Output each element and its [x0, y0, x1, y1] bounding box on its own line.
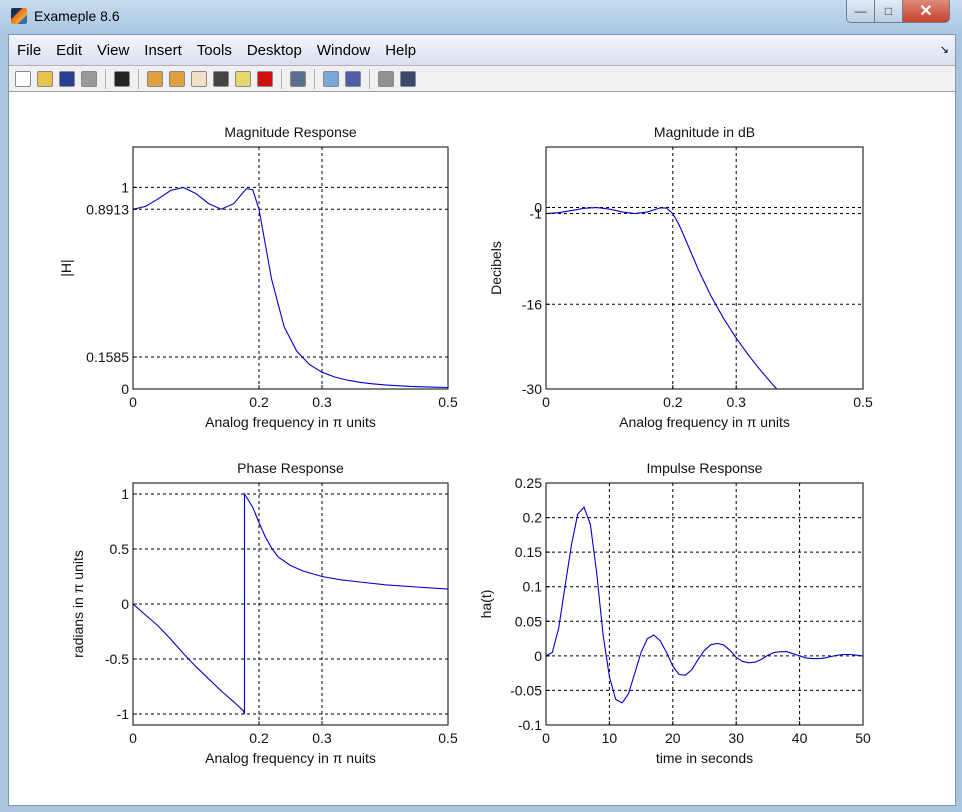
- link-plot-icon[interactable]: [290, 70, 306, 87]
- data-cursor-icon[interactable]: [235, 70, 251, 87]
- y-tick-label: -30: [522, 381, 542, 397]
- y-tick-label: 0.8913: [86, 201, 129, 217]
- menu-tools[interactable]: Tools: [189, 42, 239, 59]
- x-tick-label: 0: [129, 730, 137, 746]
- menu-desktop[interactable]: Desktop: [239, 42, 309, 59]
- toolbar-separator: [314, 68, 315, 89]
- x-tick-label: 40: [792, 730, 808, 746]
- x-tick-label: 0: [129, 394, 137, 410]
- toolbar-separator: [281, 68, 282, 89]
- close-button[interactable]: ✕: [903, 0, 949, 22]
- axes-3: 0 0.2 0.3 0.5 -1 -0.5 0 0.5 1 Phase Response Analo…: [70, 460, 458, 766]
- plot-area: [546, 147, 863, 389]
- colorbar-icon[interactable]: [323, 70, 339, 87]
- y-tick-label: 0.25: [515, 475, 542, 491]
- menu-view[interactable]: View: [89, 42, 136, 59]
- y-axis-label: ha(t): [478, 590, 494, 619]
- figure-toolbar: [9, 66, 955, 92]
- y-tick-label: 0.5: [110, 541, 130, 557]
- y-tick-label: 0.15: [515, 544, 542, 560]
- menu-help[interactable]: Help: [377, 42, 423, 59]
- x-axis-label: Analog frequency in π nuits: [205, 750, 376, 766]
- x-tick-label: 0.2: [663, 394, 683, 410]
- menu-edit[interactable]: Edit: [48, 42, 89, 59]
- x-tick-label: 0.2: [249, 730, 269, 746]
- y-tick-label: 0.1585: [86, 349, 129, 365]
- x-axis-label: time in seconds: [656, 750, 753, 766]
- x-tick-label: 0.3: [312, 730, 332, 746]
- show-plot-tools-icon[interactable]: [400, 70, 416, 87]
- y-tick-label: -0.05: [510, 682, 542, 698]
- y-axis-label: Decibels: [488, 241, 504, 295]
- x-tick-label: 0.2: [249, 394, 269, 410]
- plots-svg: 0 0.2 0.3 0.5 0 0.1585 0.8913 1 Magnitude Respon…: [58, 124, 873, 766]
- x-axis-label: Analog frequency in π units: [619, 414, 790, 430]
- title-bar: Exameple 8.6 — □ ✕: [0, 0, 962, 34]
- save-icon[interactable]: [59, 70, 75, 87]
- minimize-button[interactable]: —: [847, 0, 875, 22]
- dock-arrow-icon[interactable]: ↘: [940, 43, 949, 56]
- rotate-3d-icon[interactable]: [213, 70, 229, 87]
- x-tick-label: 0: [542, 394, 550, 410]
- x-tick-label: 50: [855, 730, 871, 746]
- menu-file[interactable]: File: [9, 42, 48, 59]
- edit-plot-arrow-icon[interactable]: [114, 70, 130, 87]
- chart-title: Phase Response: [237, 460, 344, 476]
- x-tick-label: 0.5: [438, 730, 458, 746]
- y-tick-label: 1: [121, 179, 129, 195]
- plot-area: [133, 147, 448, 389]
- open-file-icon[interactable]: [37, 70, 53, 87]
- figure-canvas: 0 0.2 0.3 0.5 0 0.1585 0.8913 1 Magnitude Respon…: [9, 93, 955, 805]
- zoom-in-icon[interactable]: [147, 70, 163, 87]
- y-tick-label: 1: [121, 486, 129, 502]
- y-tick-label: 0.1: [523, 579, 543, 595]
- y-axis-label: radians in π units: [70, 550, 86, 658]
- new-figure-icon[interactable]: [15, 70, 31, 87]
- chart-title: Magnitude Response: [224, 124, 357, 140]
- chart-title: Impulse Response: [647, 460, 763, 476]
- pan-hand-icon[interactable]: [191, 70, 207, 87]
- menu-window[interactable]: Window: [309, 42, 377, 59]
- window-controls: — □ ✕: [846, 0, 950, 23]
- y-tick-label: -0.5: [105, 651, 129, 667]
- x-tick-label: 0.3: [726, 394, 746, 410]
- toolbar-separator: [105, 68, 106, 89]
- matlab-icon: [11, 8, 27, 24]
- x-tick-label: 10: [602, 730, 618, 746]
- figure-window: File Edit View Insert Tools Desktop Wind…: [8, 34, 956, 806]
- axes-4: 0 10 20 30 40 50 -0.1 -0.05 0 0.05 0.1 0.15 0.2 0.25 I…: [478, 460, 871, 766]
- hide-plot-tools-icon[interactable]: [378, 70, 394, 87]
- x-axis-label: Analog frequency in π units: [205, 414, 376, 430]
- y-tick-label: 0.05: [515, 613, 542, 629]
- y-tick-label: 0: [534, 648, 542, 664]
- x-tick-label: 0.5: [438, 394, 458, 410]
- y-tick-label: 0: [121, 596, 129, 612]
- toolbar-separator: [138, 68, 139, 89]
- zoom-out-icon[interactable]: [169, 70, 185, 87]
- maximize-button[interactable]: □: [875, 0, 903, 22]
- print-icon[interactable]: [81, 70, 97, 87]
- y-tick-label: -1: [117, 706, 130, 722]
- y-tick-label: -0.1: [518, 717, 542, 733]
- y-tick-label: 0: [121, 381, 129, 397]
- x-tick-label: 0.3: [312, 394, 332, 410]
- y-tick-label: 0: [534, 200, 542, 216]
- x-tick-label: 0: [542, 730, 550, 746]
- plot-area: [546, 483, 863, 725]
- y-tick-label: -16: [522, 296, 542, 312]
- legend-icon[interactable]: [345, 70, 361, 87]
- y-axis-label: |H|: [58, 259, 74, 276]
- x-tick-label: 20: [665, 730, 681, 746]
- toolbar-separator: [369, 68, 370, 89]
- y-tick-label: 0.2: [523, 510, 543, 526]
- brush-icon[interactable]: [257, 70, 273, 87]
- x-tick-label: 0.5: [853, 394, 873, 410]
- chart-title: Magnitude in dB: [654, 124, 755, 140]
- x-tick-label: 30: [728, 730, 744, 746]
- axes-1: 0 0.2 0.3 0.5 0 0.1585 0.8913 1 Magnitude Respon…: [58, 124, 458, 430]
- window-title: Exameple 8.6: [34, 8, 120, 24]
- axes-2: 0 0.2 0.3 0.5-30-16-10Magnitude in dBAnalog…: [488, 124, 873, 430]
- menu-bar: File Edit View Insert Tools Desktop Wind…: [9, 35, 955, 66]
- menu-insert[interactable]: Insert: [136, 42, 189, 59]
